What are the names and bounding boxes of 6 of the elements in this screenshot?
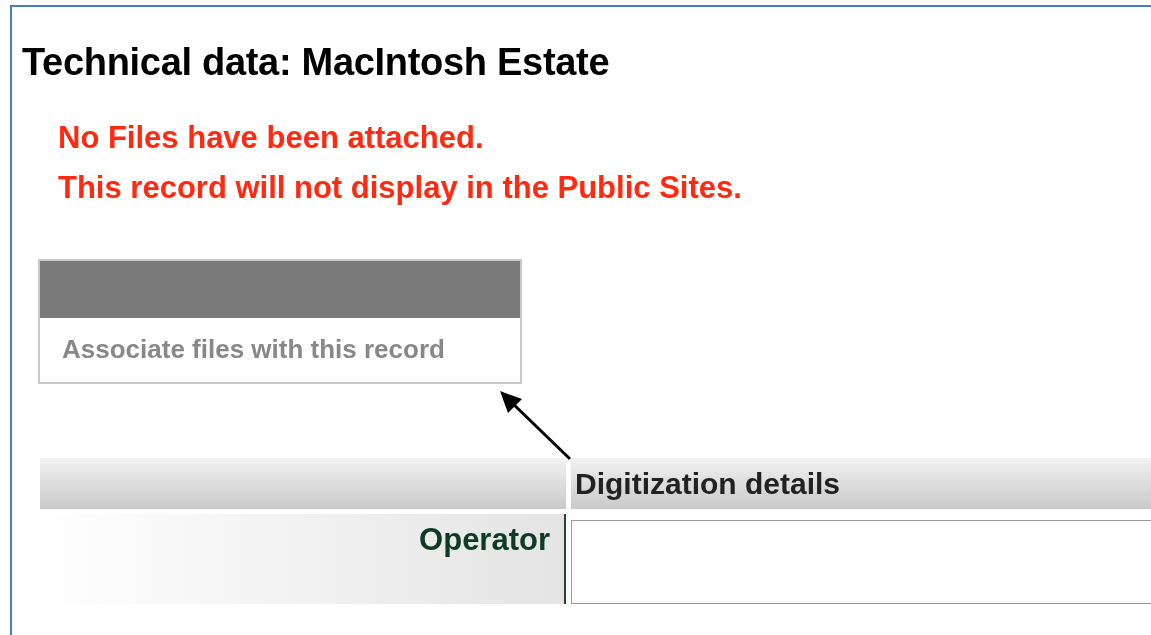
warning-message: No Files have been attached. — [58, 119, 485, 157]
page-title: Technical data: MacIntosh Estate — [22, 40, 611, 85]
operator-field[interactable] — [571, 520, 1151, 604]
warning-message: This record will not display in the Public Sites. — [58, 169, 743, 207]
section-heading: Digitization details — [571, 458, 1151, 509]
associate-files-link[interactable]: Associate files with this record — [40, 318, 520, 382]
